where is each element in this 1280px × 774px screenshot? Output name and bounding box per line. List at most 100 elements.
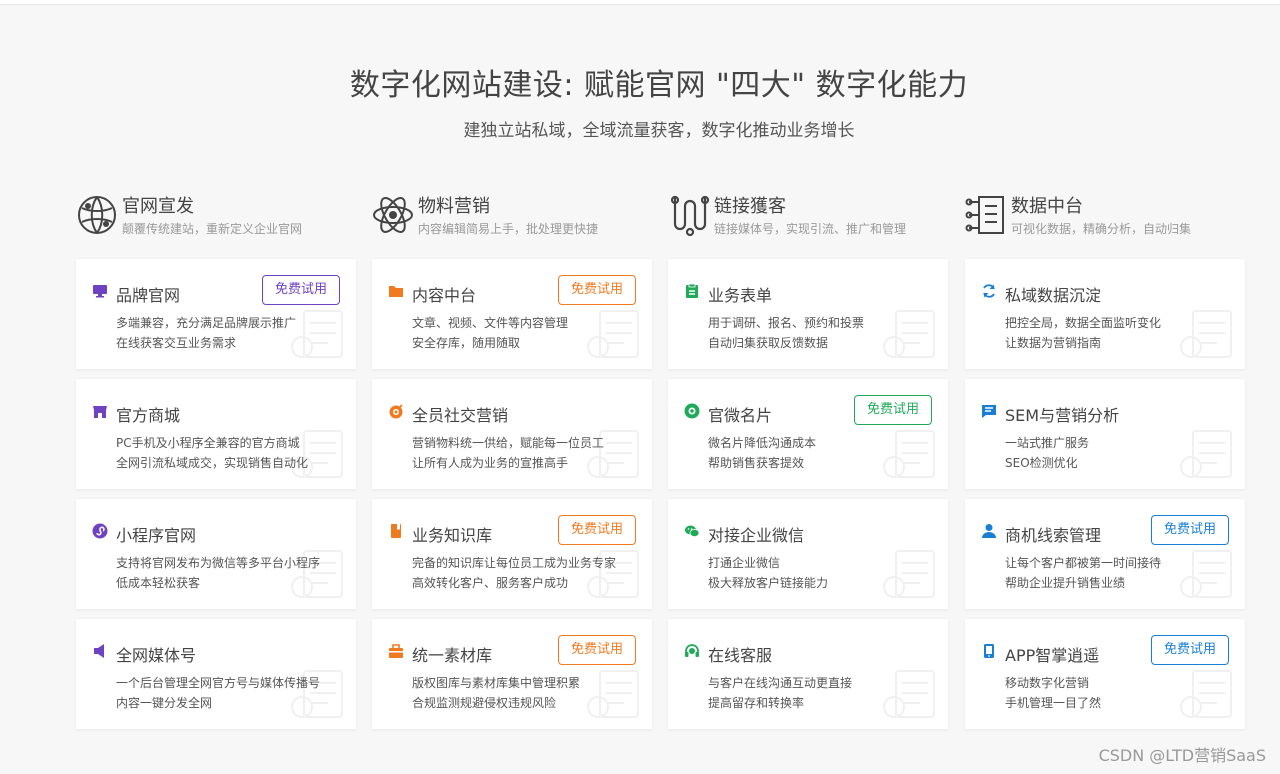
card-description: 一站式推广服务 SEO检测优化 [1005,433,1089,473]
page-subtitle: 建独立站私域，全域流量获客，数字化推动业务增长 [463,121,855,141]
column-title: 数据中台 [1011,196,1083,217]
card-description: 版权图库与素材库集中管理积累 合规监测规避侵权违规风险 [412,673,580,713]
watermark-graphic [883,430,935,478]
toolbox-icon [388,643,404,659]
page-title: 数字化网站建设: 赋能官网 "四大" 数字化能力 [349,68,969,103]
feature-card[interactable]: 业务知识库 完备的知识库让每位员工成为业务专家 高效转化客户、服务客户成功 免费试用 [372,499,652,609]
card-description-line: 一站式推广服务 [1005,436,1090,450]
feature-card[interactable]: 官方商城 PC手机及小程序全兼容的官方商城 全网引流私域成交，实现销售自动化 [76,379,356,489]
column-description: 可视化数据，精确分析，自动归集 [1011,222,1192,236]
folder-icon [388,283,404,299]
free-trial-button[interactable]: 免费试用 [558,635,636,665]
free-trial-button[interactable]: 免费试用 [1151,515,1229,545]
card-title: 商机线索管理 [1005,526,1102,545]
chat-icon [981,403,997,419]
card-description-line: 文章、视频、文件等内容管理 [412,316,569,330]
globe-icon [76,194,118,236]
column-title: 官网宣发 [122,196,194,217]
feature-card[interactable]: 小程序官网 支持将官网发布为微信等多平台小程序 低成本轻松获客 [76,499,356,609]
book-icon [388,523,404,539]
card-title: 全网媒体号 [116,646,197,665]
card-description-line: SEO检测优化 [1005,456,1078,470]
column-title: 物料营销 [418,196,490,217]
card-description-line: 安全存库，随用随取 [412,336,521,350]
card-title: 业务表单 [708,286,773,305]
card-title: 对接企业微信 [708,526,805,545]
card-description: 与客户在线沟通互动更直接 提高留存和转换率 [708,673,852,713]
card-description-line: 全网引流私域成交，实现销售自动化 [116,456,309,470]
feature-card[interactable]: 官微名片微名片降低沟通成本 帮助销售获客提效 免费试用 [668,379,948,489]
free-trial-button[interactable]: 免费试用 [558,515,636,545]
watermark-graphic [291,550,343,598]
feature-card[interactable]: 内容中台 文章、视频、文件等内容管理 安全存库，随用随取 免费试用 [372,259,652,369]
card-description-line: 让所有人成为业务的宣推高手 [412,456,569,470]
watermark-graphic [883,310,935,358]
card-description: 打通企业微信 极大释放客户链接能力 [708,553,828,593]
card-title: 官微名片 [708,406,773,425]
free-trial-button[interactable]: 免费试用 [558,275,636,305]
feature-card[interactable]: 品牌官网多端兼容，充分满足品牌展示推广 在线获客交互业务需求 免费试用 [76,259,356,369]
column-title: 链接獲客 [714,196,786,217]
watermark-graphic [1180,550,1232,598]
card-description: 让每个客户都被第一时间接待 帮助企业提升销售业绩 [1005,553,1161,593]
card-description-line: 营销物料统一供给，赋能每一位员工 [412,436,605,450]
watermark-graphic [291,430,343,478]
card-description-line: 帮助销售获客提效 [708,456,805,470]
feature-card[interactable]: APP智掌逍遥 移动数字化营销 手机管理一目了然 免费试用 [965,619,1245,729]
feature-card[interactable]: SEM与营销分析一站式推广服务 SEO检测优化 [965,379,1245,489]
feature-card[interactable]: 全员社交营销营销物料统一供给，赋能每一位员工 让所有人成为业务的宣推高手 [372,379,652,489]
card-title: SEM与营销分析 [1005,406,1120,425]
card-description-line: 手机管理一目了然 [1005,696,1102,710]
feature-card[interactable]: 统一素材库版权图库与素材库集中管理积累 合规监测规避侵权违规风险 免费试用 [372,619,652,729]
column-header: 链接獲客链接媒体号，实现引流、推广和管理 [668,190,958,240]
feature-card[interactable]: 对接企业微信打通企业微信 极大释放客户链接能力 [668,499,948,609]
watermark-graphic [587,670,639,718]
watermark-graphic [587,310,639,358]
miniprogram-icon [92,523,108,539]
card-title: 品牌官网 [116,286,181,305]
card-description-line: 用于调研、报名、预约和投票 [708,316,865,330]
free-trial-button[interactable]: 免费试用 [854,395,932,425]
card-description-line: 在线获客交互业务需求 [116,336,237,350]
card-title: 统一素材库 [412,646,493,665]
card-description-line: 微名片降低沟通成本 [708,436,817,450]
free-trial-button[interactable]: 免费试用 [1151,635,1229,665]
card-description: 多端兼容，充分满足品牌展示推广 在线获客交互业务需求 [116,313,296,353]
card-title: 在线客服 [708,646,773,665]
feature-card[interactable]: 全网媒体号 一个后台管理全网官方号与媒体传播号 内容一键分发全网 [76,619,356,729]
card-title: 全员社交营销 [412,406,509,425]
watermark-graphic [1180,310,1232,358]
watermark-graphic [1180,670,1232,718]
column-description: 链接媒体号，实现引流、推广和管理 [714,222,907,236]
card-description-line: 与客户在线沟通互动更直接 [708,676,853,690]
link-chain-icon [668,194,710,237]
card-title: 私域数据沉淀 [1005,286,1102,305]
card-description: 文章、视频、文件等内容管理 安全存库，随用随取 [412,313,568,353]
csdn-watermark: CSDN @LTD营销SaaS [1098,746,1266,765]
card-description-line: 多端兼容，充分满足品牌展示推广 [116,316,297,330]
column-header: 数据中台可视化数据，精确分析，自动归集 [965,190,1255,240]
top-border [0,0,1280,5]
target-icon [388,403,404,419]
card-description-line: 把控全局，数据全面监听变化 [1005,316,1162,330]
card-title: 官方商城 [116,406,181,425]
feature-card[interactable]: 在线客服与客户在线沟通互动更直接 提高留存和转换率 [668,619,948,729]
headset-icon [684,643,700,659]
card-description: 把控全局，数据全面监听变化 让数据为营销指南 [1005,313,1161,353]
card-title: 小程序官网 [116,526,197,545]
free-trial-button[interactable]: 免费试用 [262,275,340,305]
column-header: 官网宣发 颠覆传统建站，重新定义企业官网 [76,190,366,240]
card-description: PC手机及小程序全兼容的官方商城 全网引流私域成交，实现销售自动化 [116,433,308,473]
feature-card[interactable]: 商机线索管理让每个客户都被第一时间接待 帮助企业提升销售业绩 免费试用 [965,499,1245,609]
card-description-line: 提高留存和转换率 [708,696,805,710]
card-description: 用于调研、报名、预约和投票 自动归集获取反馈数据 [708,313,864,353]
feature-card[interactable]: 业务表单用于调研、报名、预约和投票 自动归集获取反馈数据 [668,259,948,369]
card-description-line: 帮助企业提升销售业绩 [1005,576,1126,590]
wechat-icon [684,523,700,539]
card-description-line: 自动归集获取反馈数据 [708,336,829,350]
atom-icon [372,194,414,236]
feature-card[interactable]: 私域数据沉淀把控全局，数据全面监听变化 让数据为营销指南 [965,259,1245,369]
card-description: 微名片降低沟通成本 帮助销售获客提效 [708,433,816,473]
clipboard-icon [684,283,700,299]
card-description-line: 移动数字化营销 [1005,676,1090,690]
